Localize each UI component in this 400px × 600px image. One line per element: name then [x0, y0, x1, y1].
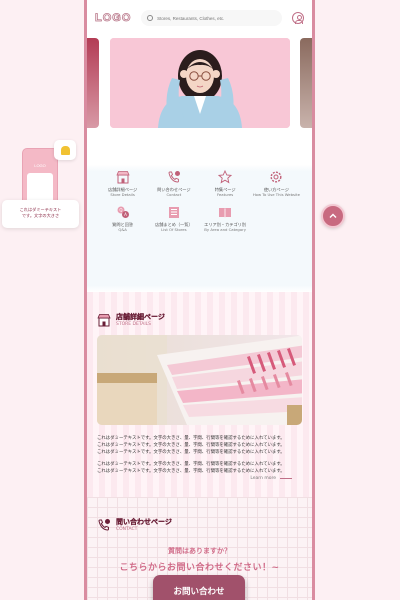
carousel-next-slide[interactable]	[300, 38, 312, 128]
menu-label-en: Features	[216, 192, 234, 197]
menu-item-qa[interactable]: QA 質問と回答 Q&A	[97, 205, 148, 232]
category-menu: 店舗詳細ページ Store Details 問い合わせページ Contact 特…	[87, 158, 312, 292]
menu-label-en: Store Details	[110, 192, 135, 197]
menu-item-area-category[interactable]: エリア別・カテゴリ別 By Area and Category	[200, 205, 251, 232]
menu-item-store-list[interactable]: 店舗まとめ（一覧） List Of Stores	[148, 205, 199, 232]
widget-logo: LOGO	[34, 163, 46, 168]
search-bar[interactable]	[141, 10, 282, 26]
section-subtitle: STORE DETAILS	[116, 322, 152, 327]
menu-row-1: 店舗詳細ページ Store Details 問い合わせページ Contact 特…	[87, 170, 312, 232]
menu-item-how-to-use[interactable]: 使い方ページ How To Use This Website	[251, 170, 302, 197]
chevron-up-icon	[329, 213, 337, 218]
star-icon	[218, 170, 233, 184]
menu-label-en: Q&A	[118, 227, 127, 232]
scroll-top-button[interactable]	[321, 204, 345, 228]
search-icon	[147, 15, 154, 21]
search-input[interactable]	[157, 15, 276, 21]
menu-label-en: Contact	[166, 192, 182, 197]
menu-label-en: How To Use This Website	[252, 192, 300, 197]
section-heading: 問い合わせページ CONTACT	[97, 517, 302, 532]
arrow-right-icon	[280, 478, 292, 479]
book-icon	[219, 208, 232, 218]
menu-label-en: List Of Stores	[161, 227, 187, 232]
phone-frame: LOGO Stores, Restaurants, Clothes, etc. …	[84, 0, 315, 600]
section-subtitle: CONTACT	[116, 527, 138, 532]
text-line: これはダミーテキストです。文字の大きさ、量、字間、行間等を確認するために入れてい…	[97, 469, 285, 474]
qa-icon: QA	[117, 206, 129, 218]
menu-item-store-details[interactable]: 店舗詳細ページ Store Details	[97, 170, 148, 197]
site-logo[interactable]: LOGO	[95, 12, 131, 25]
gear-icon	[270, 171, 282, 183]
contact-call-to-action: こちらからお問い合わせください！~	[119, 563, 280, 573]
store-photo[interactable]	[97, 335, 302, 425]
bubble-text-line-2: です。文字の大きさ	[21, 213, 60, 218]
phone-screen	[27, 173, 53, 203]
carousel-prev-slide[interactable]	[87, 38, 99, 128]
store-image	[97, 335, 302, 425]
store-icon	[116, 171, 130, 184]
store-icon	[97, 313, 111, 326]
user-icon[interactable]	[292, 12, 304, 24]
hero-photo	[110, 38, 290, 128]
phone-chat-icon	[98, 518, 110, 531]
site-header: LOGO	[87, 0, 312, 36]
learn-more-label: Learn more	[250, 476, 276, 481]
menu-item-contact[interactable]: 問い合わせページ Contact	[148, 170, 199, 197]
phone-chat-icon	[168, 171, 180, 183]
phone-illustration: LOGO	[22, 148, 58, 208]
menu-item-features[interactable]: 特集ページ Features	[200, 170, 251, 197]
contact-section: 問い合わせページ CONTACT 質問はありますか？ こちらからお問い合わせくだ…	[87, 497, 312, 600]
section-title: 問い合わせページ	[116, 518, 172, 526]
hero-carousel[interactable]	[87, 36, 312, 136]
list-icon	[168, 207, 179, 218]
section-title: 店舗詳細ページ	[116, 313, 165, 321]
contact-question: 質問はありますか？	[168, 547, 231, 555]
learn-more-link[interactable]: Learn more	[250, 476, 292, 481]
text-line: これはダミーテキストです。文字の大きさ、量、字間、行間等を確認するために入れてい…	[97, 436, 285, 441]
carousel-main-slide[interactable]	[110, 38, 290, 128]
store-details-section: 店舗詳細ページ STORE DETAILS これはダミーテキストです。文字の大き…	[87, 292, 312, 497]
svg-text:Q: Q	[119, 208, 122, 213]
contact-button[interactable]: お問い合わせ	[153, 575, 245, 600]
text-line: これはダミーテキストです。文字の大きさ、量、字間、行間等を確認するために入れてい…	[97, 450, 285, 455]
text-line: これはダミーテキストです。文字の大きさ、量、字間、行間等を確認するために入れてい…	[97, 462, 285, 467]
menu-label-en: By Area and Category	[204, 227, 246, 232]
promo-bubble: これはダミーテキスト です。文字の大きさ	[2, 200, 79, 228]
svg-text:A: A	[124, 212, 127, 217]
text-line: これはダミーテキストです。文字の大きさ、量、字間、行間等を確認するために入れてい…	[97, 443, 285, 448]
section-heading: 店舗詳細ページ STORE DETAILS	[97, 312, 302, 327]
notification-bell-icon[interactable]	[54, 140, 76, 160]
store-description: これはダミーテキストです。文字の大きさ、量、字間、行間等を確認するために入れてい…	[97, 435, 302, 475]
